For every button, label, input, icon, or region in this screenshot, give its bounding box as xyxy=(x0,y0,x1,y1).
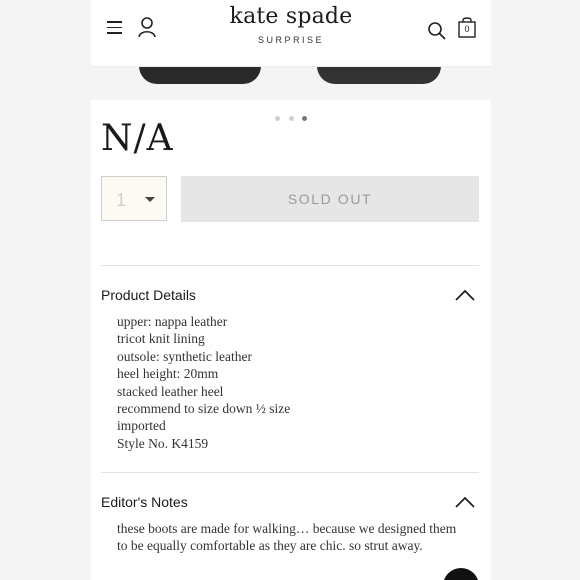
product-page: kate spade SURPRISE 0 N/A 1 SOLD OUT Pro… xyxy=(91,0,491,580)
quantity-select[interactable]: 1 xyxy=(101,176,167,221)
editors-notes-text: these boots are made for walking… becaus… xyxy=(117,521,457,554)
boot-image-left xyxy=(139,66,261,84)
chat-icon[interactable] xyxy=(443,568,479,580)
detail-item: stacked leather heel xyxy=(117,383,224,399)
detail-item: imported xyxy=(117,418,166,434)
carousel-dot[interactable] xyxy=(275,116,281,121)
boot-image-right xyxy=(317,66,441,84)
section-divider xyxy=(101,265,479,266)
caret-down-icon xyxy=(145,197,155,202)
detail-item: outsole: synthetic leather xyxy=(117,348,252,364)
shopping-bag-icon[interactable]: 0 xyxy=(458,16,476,38)
product-details-heading[interactable]: Product Details xyxy=(101,287,196,303)
chevron-up-icon[interactable] xyxy=(455,288,475,301)
quantity-value: 1 xyxy=(116,190,127,210)
search-icon[interactable] xyxy=(427,21,447,41)
product-image[interactable] xyxy=(91,66,491,100)
detail-item: tricot knit lining xyxy=(117,331,205,347)
product-details-list: upper: nappa leather tricot knit lining … xyxy=(117,313,290,452)
product-price: N/A xyxy=(101,118,174,159)
detail-item: Style No. K4159 xyxy=(117,435,209,451)
chevron-up-icon[interactable] xyxy=(455,495,475,508)
carousel-dot-active[interactable] xyxy=(301,116,307,121)
sold-out-button[interactable]: SOLD OUT xyxy=(181,176,479,222)
editors-notes-heading[interactable]: Editor's Notes xyxy=(101,494,188,510)
detail-item: heel height: 20mm xyxy=(117,366,219,382)
site-header: kate spade SURPRISE 0 xyxy=(91,0,491,67)
section-divider xyxy=(101,472,479,473)
detail-item: upper: nappa leather xyxy=(117,314,228,329)
bag-count: 0 xyxy=(464,24,470,34)
carousel-dot[interactable] xyxy=(288,116,294,121)
detail-item: recommend to size down ½ size xyxy=(117,401,291,417)
